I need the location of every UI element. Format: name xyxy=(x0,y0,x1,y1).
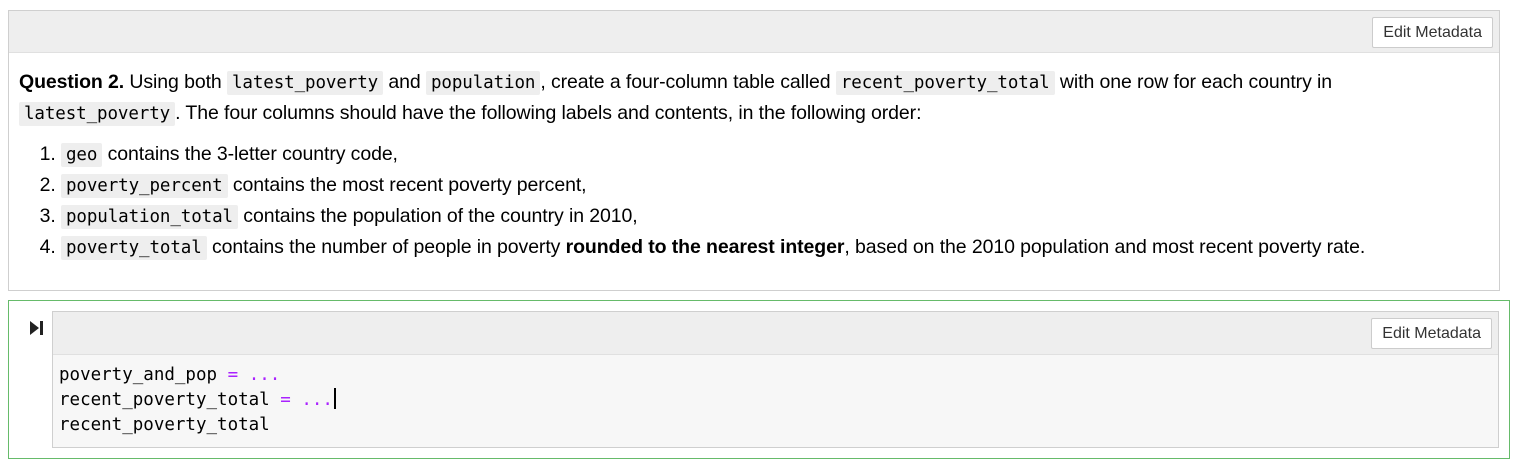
question-label: Question 2. xyxy=(19,71,125,93)
code-input-area[interactable]: Edit Metadata poverty_and_pop = ... recen… xyxy=(52,311,1499,448)
edit-metadata-button[interactable]: Edit Metadata xyxy=(1371,318,1492,349)
code-cell[interactable]: Edit Metadata poverty_and_pop = ... recen… xyxy=(8,300,1510,459)
inline-code: poverty_percent xyxy=(61,174,228,198)
inline-code: population_total xyxy=(61,205,238,229)
list-item: population_total contains the population… xyxy=(61,201,1489,232)
cell-toolbar: Edit Metadata xyxy=(9,11,1499,53)
text-cursor xyxy=(333,388,336,409)
markdown-body: Question 2. Using both latest_poverty an… xyxy=(9,53,1499,263)
inline-code: latest_poverty xyxy=(226,71,384,95)
column-list: geo contains the 3-letter country code, … xyxy=(19,139,1489,263)
inline-code: poverty_total xyxy=(61,236,207,260)
edit-metadata-button[interactable]: Edit Metadata xyxy=(1372,17,1493,48)
list-item: geo contains the 3-letter country code, xyxy=(61,139,1489,170)
inline-code: geo xyxy=(61,143,103,167)
code-line: poverty_and_pop = ... xyxy=(59,365,281,385)
list-item: poverty_total contains the number of peo… xyxy=(61,232,1489,263)
code-editor[interactable]: poverty_and_pop = ... recent_poverty_tota… xyxy=(53,355,1498,446)
inline-code: population xyxy=(425,71,541,95)
list-item: poverty_percent contains the most recent… xyxy=(61,170,1489,201)
inline-code: recent_poverty_total xyxy=(835,71,1055,95)
question-paragraph: Question 2. Using both latest_poverty an… xyxy=(19,71,1333,126)
inline-code: latest_poverty xyxy=(19,102,176,126)
cell-toolbar: Edit Metadata xyxy=(53,312,1498,355)
bold-text: rounded to the nearest integer xyxy=(565,236,845,258)
run-cell-glyph xyxy=(30,321,43,335)
markdown-cell[interactable]: Edit Metadata Question 2. Using both lat… xyxy=(8,10,1500,291)
code-line: recent_poverty_total = ... xyxy=(59,388,1492,413)
code-line: recent_poverty_total xyxy=(59,415,270,435)
run-cell-icon[interactable] xyxy=(27,317,47,339)
